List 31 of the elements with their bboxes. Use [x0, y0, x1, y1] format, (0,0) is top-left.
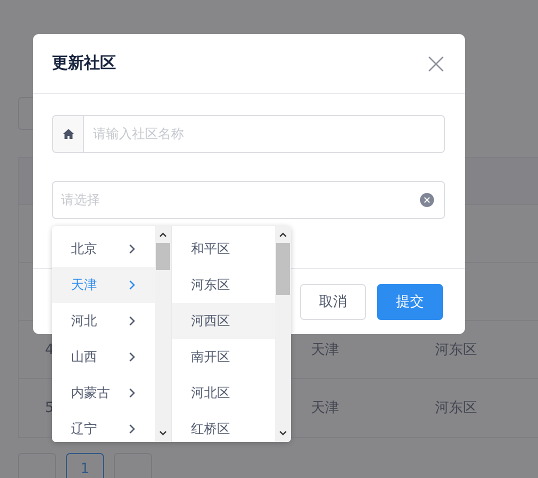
dropdown-option[interactable]: 河北 — [52, 303, 155, 339]
scrollbar-thumb[interactable] — [276, 243, 290, 295]
caret-up-icon[interactable] — [159, 232, 167, 237]
table-cell: 天津 — [311, 340, 339, 358]
dropdown-option[interactable]: 河西区 — [172, 303, 275, 339]
region-select[interactable]: 请选择 — [52, 181, 445, 219]
dropdown-option[interactable]: 和平区 — [172, 231, 275, 267]
caret-down-icon[interactable] — [279, 431, 287, 436]
dropdown-option[interactable]: 南开区 — [172, 339, 275, 375]
table-cell-text: 河东区 — [434, 340, 477, 358]
table-cell: 天津 — [311, 399, 339, 417]
name-field[interactable]: 请输入社区名称 — [84, 115, 445, 153]
dialog-title: 更新社区 — [52, 53, 116, 74]
cancel-button[interactable]: 取消 — [300, 284, 366, 320]
close-icon[interactable] — [428, 56, 444, 72]
caret-up-icon[interactable] — [279, 232, 287, 237]
dropdown-option[interactable]: 北京 — [52, 231, 155, 267]
caret-down-icon[interactable] — [159, 431, 167, 436]
dropdown-option[interactable]: 红桥区 — [172, 411, 275, 442]
scrollbar[interactable] — [275, 226, 291, 442]
table-cell-text: 河东区 — [434, 399, 477, 417]
scrollbar[interactable] — [155, 226, 171, 442]
table-cell: 4 — [45, 342, 54, 358]
clear-icon[interactable] — [420, 193, 434, 207]
dropdown-option[interactable]: 山西 — [52, 339, 155, 375]
dropdown-option[interactable]: 内蒙古 — [52, 375, 155, 411]
home-icon — [62, 129, 74, 139]
scrollbar-thumb[interactable] — [156, 243, 170, 270]
dropdown-option[interactable]: 辽宁 — [52, 411, 155, 442]
dropdown-option[interactable]: 河东区 — [172, 267, 275, 303]
dropdown-option[interactable]: 河北区 — [172, 375, 275, 411]
